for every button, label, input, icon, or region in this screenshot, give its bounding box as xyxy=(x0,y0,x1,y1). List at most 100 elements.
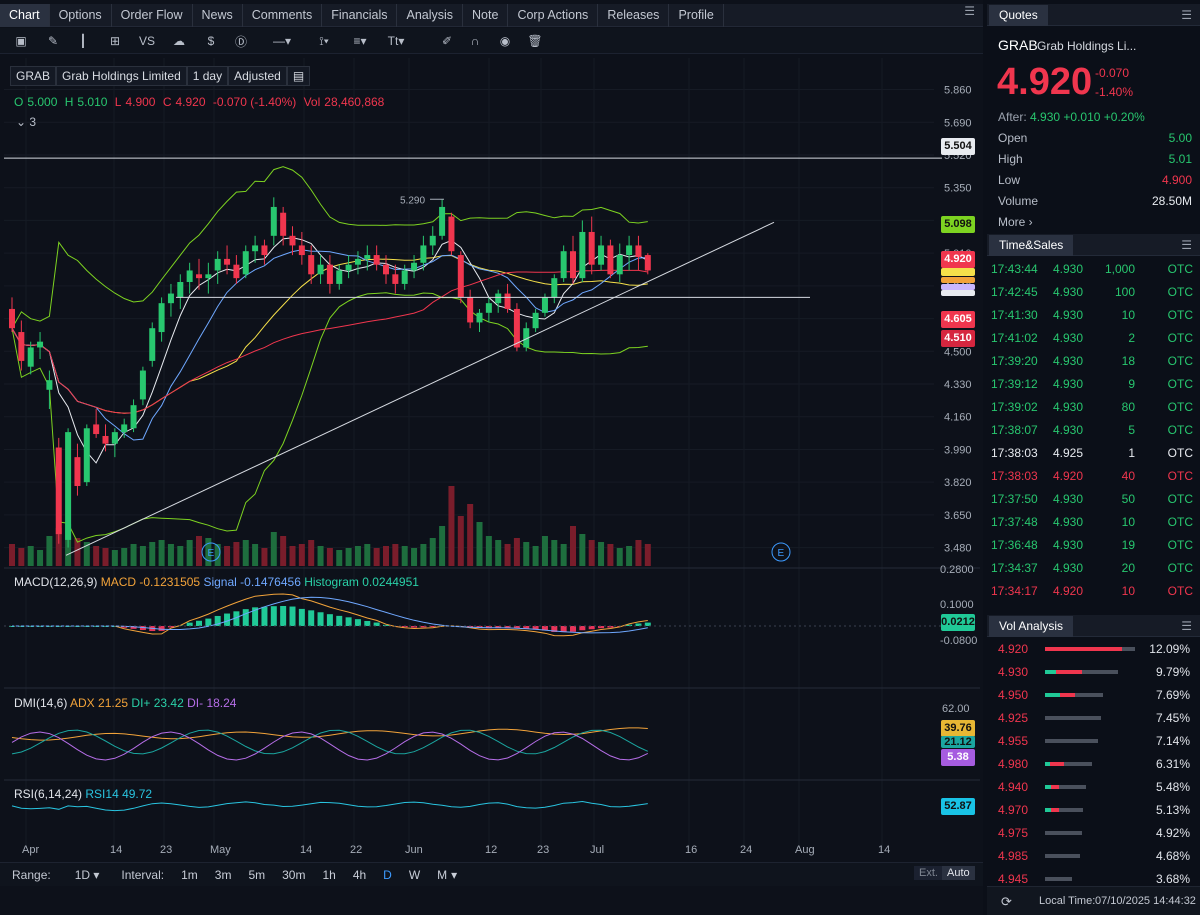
settings-icon[interactable]: ▤ xyxy=(286,66,311,86)
bars-icon[interactable]: ≡▾ xyxy=(346,32,374,50)
interval-4h[interactable]: 4h xyxy=(353,868,366,882)
cloud-icon[interactable]: ☁ xyxy=(170,32,188,50)
volume-bar xyxy=(186,540,193,566)
candlestick-icon[interactable]: ┃ xyxy=(74,32,92,50)
tab-order-flow[interactable]: Order Flow xyxy=(112,3,193,27)
trade-row[interactable]: 17:41:30 4.930 10 OTC xyxy=(987,303,1200,326)
macd-hist-bar xyxy=(336,615,343,626)
trade-row[interactable]: 17:39:12 4.930 9 OTC xyxy=(987,372,1200,395)
tab-note[interactable]: Note xyxy=(463,3,509,27)
interval-1m[interactable]: 1m xyxy=(181,868,198,882)
interval-5m[interactable]: 5m xyxy=(248,868,265,882)
tab-news[interactable]: News xyxy=(193,3,243,27)
interval-1h[interactable]: 1h xyxy=(322,868,335,882)
line-style-icon[interactable]: —▾ xyxy=(268,32,296,50)
trade-row[interactable]: 17:34:17 4.920 10 OTC xyxy=(987,579,1200,602)
d-icon[interactable]: Ⓓ xyxy=(232,32,250,50)
vol-analysis-menu-icon[interactable]: ☰ xyxy=(1181,619,1192,633)
trade-row[interactable]: 17:38:07 4.930 5 OTC xyxy=(987,418,1200,441)
candle-body xyxy=(411,262,418,271)
trade-time: 17:36:48 xyxy=(991,538,1038,552)
brush-icon[interactable]: ✐ xyxy=(438,32,456,50)
chart-symbol[interactable]: GRAB xyxy=(10,66,57,86)
tab-options[interactable]: Options xyxy=(50,3,112,27)
date-axis-label: 14 xyxy=(300,844,312,856)
indicator-icon[interactable]: ▣ xyxy=(12,32,30,50)
trade-row[interactable]: 17:43:44 4.930 1,000 OTC xyxy=(987,257,1200,280)
tab-quotes[interactable]: Quotes xyxy=(989,5,1048,26)
interval-w[interactable]: W xyxy=(409,868,420,882)
price-chart[interactable]: 5.8605.6905.5205.3505.1805.0104.8404.670… xyxy=(4,58,980,860)
trade-time: 17:38:03 xyxy=(991,469,1038,483)
tab-chart[interactable]: Chart xyxy=(0,3,50,27)
trash-icon[interactable]: 🗑 xyxy=(526,32,544,50)
auto-scale-button[interactable]: Auto xyxy=(942,866,975,880)
interval-3m[interactable]: 3m xyxy=(215,868,232,882)
indicator-toggle[interactable]: ⌄ 3 xyxy=(16,115,36,129)
date-axis-label: 14 xyxy=(110,844,122,856)
volume-bar xyxy=(457,516,464,566)
trade-size: 10 xyxy=(1121,308,1135,322)
open-label: O xyxy=(14,95,24,109)
candle-body xyxy=(644,255,651,271)
trade-row[interactable]: 17:38:03 4.920 40 OTC xyxy=(987,464,1200,487)
pen-icon[interactable]: ✎ xyxy=(44,32,62,50)
tab-comments[interactable]: Comments xyxy=(243,3,323,27)
more-link[interactable]: More › xyxy=(998,215,1192,229)
macd-histogram xyxy=(9,606,651,633)
trade-price: 4.930 xyxy=(1053,262,1084,276)
tab-financials[interactable]: Financials xyxy=(322,3,398,27)
candle-body xyxy=(270,206,277,236)
tab-releases[interactable]: Releases xyxy=(598,3,670,27)
time-sales-menu-icon[interactable]: ☰ xyxy=(1181,238,1192,252)
range-selector[interactable]: 1D ▾ xyxy=(75,868,100,882)
candle-body xyxy=(448,216,455,252)
trade-row[interactable]: 17:37:50 4.930 50 OTC xyxy=(987,487,1200,510)
volume-bar xyxy=(167,544,174,566)
interval-more-icon[interactable]: ▾ xyxy=(451,868,457,882)
trade-venue: OTC xyxy=(1167,377,1193,391)
trade-row[interactable]: 17:38:03 4.925 1 OTC xyxy=(987,441,1200,464)
adjust-selector[interactable]: Adjusted xyxy=(228,66,287,86)
candle-body xyxy=(616,255,623,275)
tab-profile[interactable]: Profile xyxy=(669,3,724,27)
volume-bar xyxy=(560,544,567,566)
period-selector[interactable]: 1 day xyxy=(186,66,229,86)
trade-row[interactable]: 17:37:48 4.930 10 OTC xyxy=(987,510,1200,533)
extended-hours-toggle[interactable]: Ext. xyxy=(914,866,943,880)
vol-row-bar xyxy=(1045,716,1101,720)
candle-body xyxy=(457,255,464,298)
adx-value: ADX 21.25 xyxy=(70,696,129,710)
tab-time-sales[interactable]: Time&Sales xyxy=(989,235,1074,256)
chart-company-name: Grab Holdings Limited xyxy=(56,66,187,86)
interval-30m[interactable]: 30m xyxy=(282,868,305,882)
quotes-menu-icon[interactable]: ☰ xyxy=(1181,8,1192,22)
trade-row[interactable]: 17:41:02 4.930 2 OTC xyxy=(987,326,1200,349)
candle-body xyxy=(383,264,389,275)
tab-analysis[interactable]: Analysis xyxy=(397,3,464,27)
refresh-icon[interactable]: ⟳ xyxy=(1001,894,1012,910)
high-label: H xyxy=(64,95,74,109)
eye-icon[interactable]: ◉ xyxy=(496,32,514,50)
trade-row[interactable]: 17:39:20 4.930 18 OTC xyxy=(987,349,1200,372)
dollar-icon[interactable]: $ xyxy=(202,32,220,50)
tab-menu-icon[interactable]: ☰ xyxy=(964,4,975,18)
trade-row[interactable]: 17:42:45 4.930 100 OTC xyxy=(987,280,1200,303)
magnet-icon[interactable]: ∩ xyxy=(466,32,484,50)
trade-row[interactable]: 17:36:48 4.930 19 OTC xyxy=(987,533,1200,556)
tab-corp-actions[interactable]: Corp Actions xyxy=(508,3,599,27)
open-value: 5.000 xyxy=(27,95,58,109)
interval-m[interactable]: M xyxy=(437,868,447,882)
compare-icon[interactable]: VS xyxy=(138,32,156,50)
trade-row[interactable]: 17:34:37 4.930 20 OTC xyxy=(987,556,1200,579)
trade-row[interactable]: 17:39:02 4.930 80 OTC xyxy=(987,395,1200,418)
candle-body xyxy=(401,270,408,284)
text-icon[interactable]: Tt▾ xyxy=(382,32,410,50)
chart-canvas[interactable]: 5.8605.6905.5205.3505.1805.0104.8404.670… xyxy=(4,58,980,860)
draw-tool-icon[interactable]: ⟟▾ xyxy=(310,32,338,50)
layout-icon[interactable]: ⊞ xyxy=(106,32,124,50)
trend-line[interactable] xyxy=(65,221,775,556)
macd-hist-bar xyxy=(598,626,605,629)
interval-d[interactable]: D xyxy=(383,868,392,882)
tab-vol-analysis[interactable]: Vol Analysis xyxy=(989,616,1074,637)
